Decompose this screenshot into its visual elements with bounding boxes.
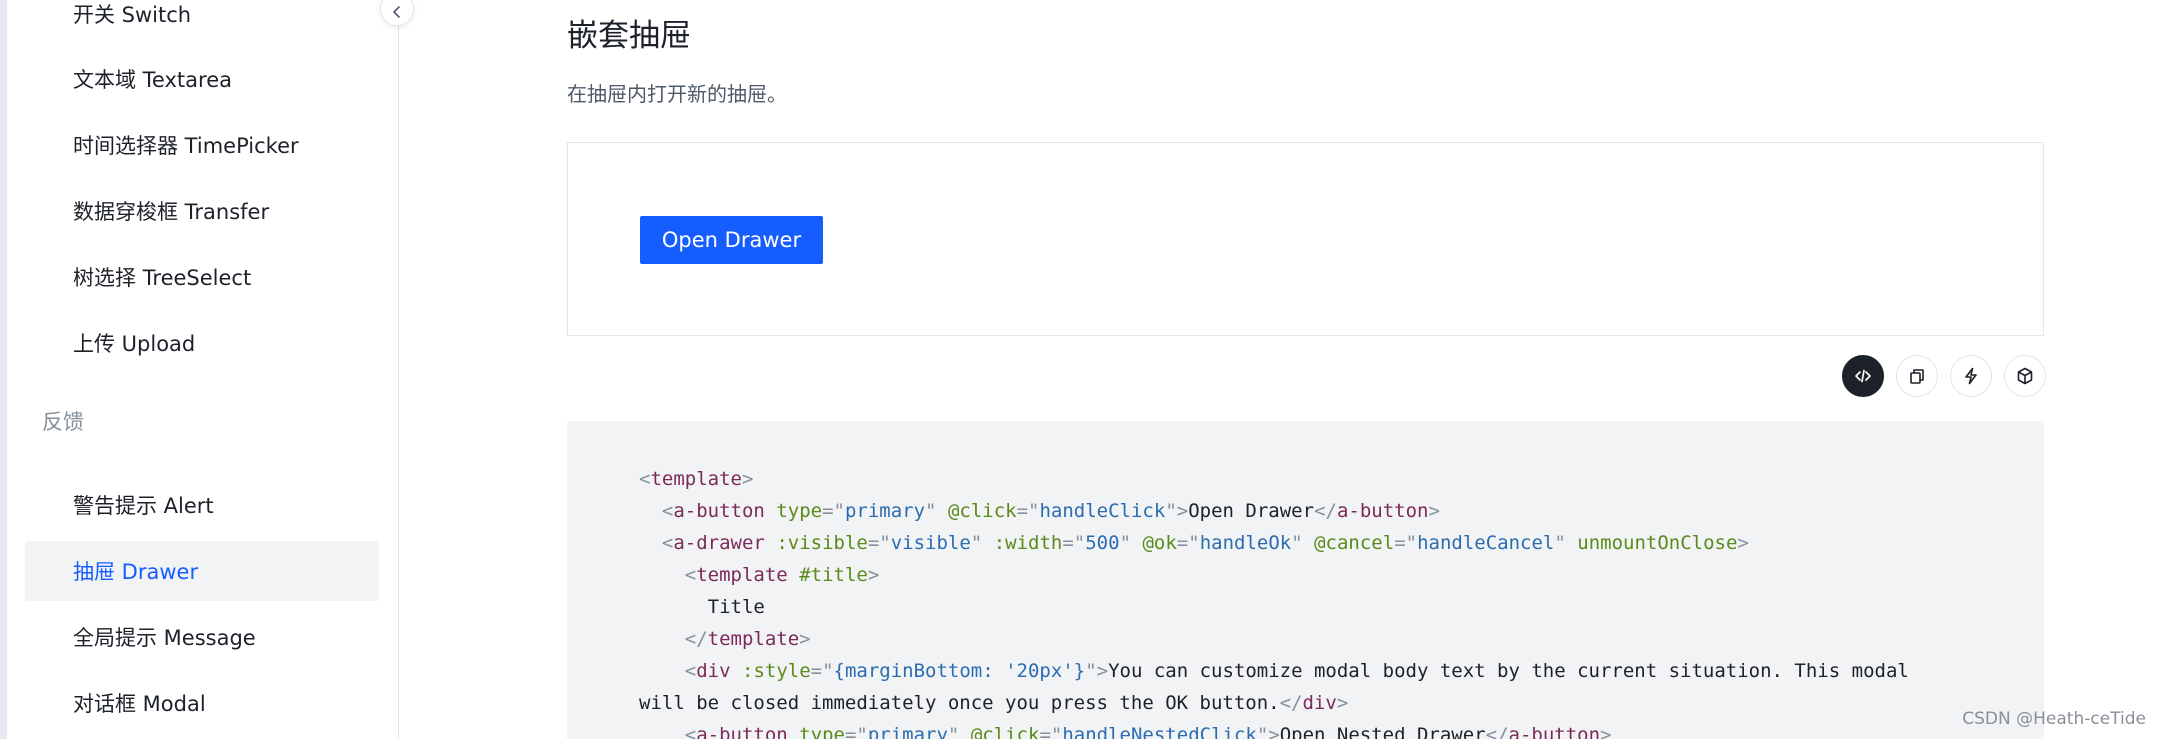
code-line: <a-drawer :visible="visible" :width="500… [661,532,1749,554]
main-content: 嵌套抽屉 在抽屉内打开新的抽屉。 Open Drawer <template> … [400,0,2160,739]
sidebar-item-label: 数据穿梭框 Transfer [73,200,270,224]
chevron-left-icon [393,6,400,18]
code-attr: :visible [776,532,868,554]
code-string: handleClick [1039,500,1166,522]
sidebar-item-transfer[interactable]: 数据穿梭框 Transfer [25,181,379,241]
code-attr: type [799,724,845,739]
sidebar-item-label: 警告提示 Alert [73,494,214,518]
sidebar-item-label: 开关 Switch [73,3,192,27]
sidebar-group-feedback: 反馈 [42,410,84,434]
sidebar-item-upload[interactable]: 上传 Upload [25,313,379,373]
code-line: will be closed immediately once you pres… [639,692,1349,714]
sidebar-item-label: 抽屉 Drawer [73,560,199,584]
code-tag: a-button [696,724,788,739]
demo-preview: Open Drawer [567,142,2044,336]
sidebar: 开关 Switch 文本域 Textarea 时间选择器 TimePicker … [7,0,399,739]
code-content: <template> <a-button type="primary" @cli… [639,463,1909,739]
code-tag: a-button [673,500,765,522]
code-tag: a-drawer [673,532,765,554]
sidebar-item-modal[interactable]: 对话框 Modal [25,673,379,733]
code-string: {marginBottom: '20px'} [833,660,1086,682]
code-string: visible [890,532,971,554]
code-line: <template #title> [684,564,880,586]
code-string: primary [867,724,948,739]
code-tag: a-button [1336,500,1429,522]
sidebar-item-label: 文本域 Textarea [73,68,232,92]
code-line: <div :style="{marginBottom: '20px'}">You… [684,660,1909,682]
code-attr: @cancel [1314,532,1395,554]
code-text: Title [707,596,765,618]
code-tag: div [1302,692,1337,714]
code-string: handleCancel [1417,532,1555,554]
codesandbox-icon [2017,367,2033,385]
sidebar-item-label: 对话框 Modal [73,692,206,716]
code-string: handleNestedClick [1062,724,1257,739]
open-codesandbox-button[interactable] [2004,355,2046,397]
code-tag: template [707,628,800,650]
sidebar-item-label: 上传 Upload [73,332,196,356]
code-attr: :width [993,532,1063,554]
sidebar-item-treeselect[interactable]: 树选择 TreeSelect [25,247,379,307]
code-attr: :style [742,660,811,682]
sidebar-item-textarea[interactable]: 文本域 Textarea [25,49,379,109]
code-attr: @ok [1142,532,1177,554]
page-title: 嵌套抽屉 [567,18,691,54]
code-line: </template> [684,628,811,650]
sidebar-item-switch[interactable]: 开关 Switch [25,0,379,44]
code-attr: type [776,500,823,522]
open-playground-button[interactable] [1950,355,1992,397]
code-text: will be closed immediately once you pres… [639,692,1280,714]
sidebar-item-label: 时间选择器 TimePicker [73,134,299,158]
code-attr: unmountOnClose [1577,532,1738,554]
code-icon [1855,369,1871,383]
copy-code-button[interactable] [1896,355,1938,397]
sidebar-item-timepicker[interactable]: 时间选择器 TimePicker [25,115,379,175]
code-text: Open Drawer [1188,500,1315,522]
sidebar-item-label: 树选择 TreeSelect [73,266,252,290]
code-text: You can customize modal body text by the… [1108,660,1909,682]
code-line: <a-button type="primary" @click="handleN… [639,724,1612,739]
code-attr: #title [799,564,868,586]
code-string: 500 [1085,532,1120,554]
code-line: <template> [639,468,754,490]
sidebar-item-alert[interactable]: 警告提示 Alert [25,475,379,535]
code-line: Title [639,596,765,618]
code-tag: div [696,660,731,682]
sidebar-item-label: 全局提示 Message [73,626,256,650]
show-code-button[interactable] [1842,355,1884,397]
sidebar-item-drawer[interactable]: 抽屉 Drawer [25,541,379,601]
code-tag: template [696,564,788,586]
sidebar-item-message[interactable]: 全局提示 Message [25,607,379,667]
code-attr: @click [970,724,1040,739]
code-attr: @click [947,500,1017,522]
code-block: <template> <a-button type="primary" @cli… [567,421,2044,739]
copy-icon [1910,369,1924,384]
window-edge [0,0,7,739]
watermark: CSDN @Heath-ceTide [1962,709,2146,729]
code-string: handleOk [1199,532,1292,554]
open-drawer-button[interactable]: Open Drawer [640,216,823,264]
code-line: <a-button type="primary" @click="handleC… [661,500,1440,522]
code-tag: template [650,468,742,490]
code-tag: a-button [1508,724,1601,739]
lightning-icon [1965,367,1977,385]
code-string: primary [844,500,926,522]
code-text: Open Nested Drawer [1279,724,1486,739]
page-description: 在抽屉内打开新的抽屉。 [567,82,787,106]
